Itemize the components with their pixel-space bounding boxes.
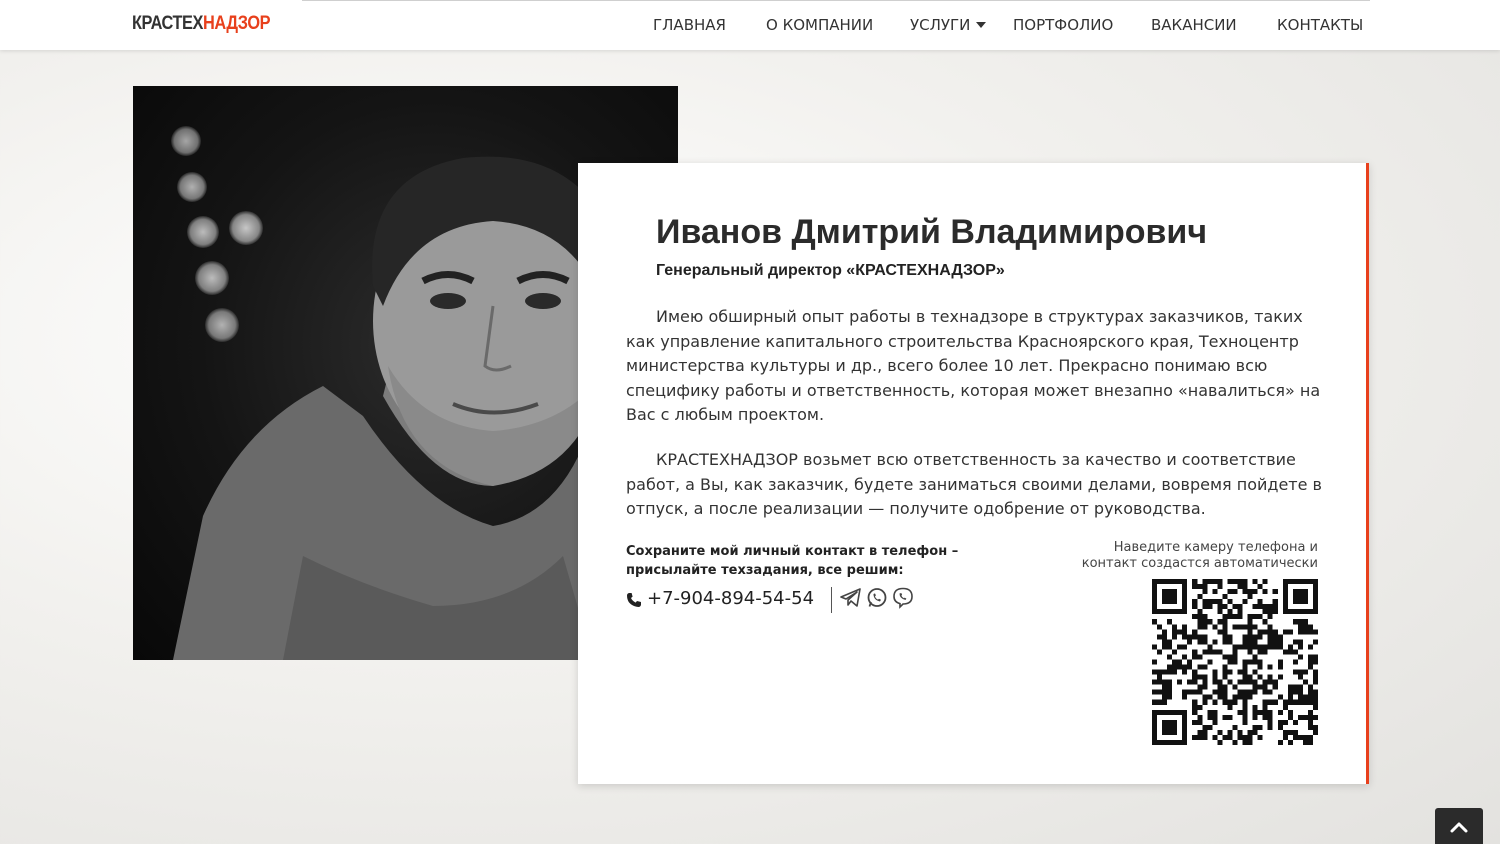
nav-item-portfolio[interactable]: ПОРТФОЛИО <box>1013 16 1113 34</box>
nav-item-vacancies[interactable]: ВАКАНСИИ <box>1151 16 1237 34</box>
logo-part-1: КРАСТЕХ <box>132 13 204 34</box>
nav-item-about[interactable]: О КОМПАНИИ <box>766 16 873 34</box>
whatsapp-icon[interactable] <box>866 587 888 609</box>
director-position: Генеральный директор «КРАСТЕХНАДЗОР» <box>656 262 1005 279</box>
header-divider <box>302 0 1370 1</box>
qr-hint: Наведите камеру телефона и контакт созда… <box>1081 540 1318 571</box>
qr-code <box>1152 579 1318 745</box>
nav-item-contacts[interactable]: КОНТАКТЫ <box>1277 16 1363 34</box>
nav-item-services[interactable]: УСЛУГИ <box>910 16 970 34</box>
bio-paragraph: Имею обширный опыт работы в технадзоре в… <box>626 307 1321 425</box>
save-contact-text: Сохраните мой личный контакт в телефон –… <box>626 544 959 578</box>
nav-item-home[interactable]: ГЛАВНАЯ <box>653 16 726 34</box>
director-name: Иванов Дмитрий Владимирович <box>656 213 1208 251</box>
site-header: КРАСТЕХНАДЗОР ГЛАВНАЯ О КОМПАНИИ УСЛУГИ … <box>0 0 1500 50</box>
separator <box>831 587 832 613</box>
phone-link[interactable]: +7-904-894-54-54 <box>647 588 814 609</box>
viber-icon[interactable] <box>892 587 914 609</box>
scroll-to-top-button[interactable] <box>1435 808 1483 844</box>
logo-part-2: НАДЗОР <box>203 13 271 34</box>
director-card: Иванов Дмитрий Владимирович Генеральный … <box>578 163 1369 784</box>
chevron-down-icon[interactable] <box>976 22 986 28</box>
site-logo[interactable]: КРАСТЕХНАДЗОР <box>132 13 271 35</box>
bio-paragraph: КРАСТЕХНАДЗОР возьмет всю ответственност… <box>626 450 1322 519</box>
telegram-icon[interactable] <box>840 587 862 609</box>
chevron-up-icon <box>1450 822 1468 833</box>
phone-icon <box>627 593 641 607</box>
